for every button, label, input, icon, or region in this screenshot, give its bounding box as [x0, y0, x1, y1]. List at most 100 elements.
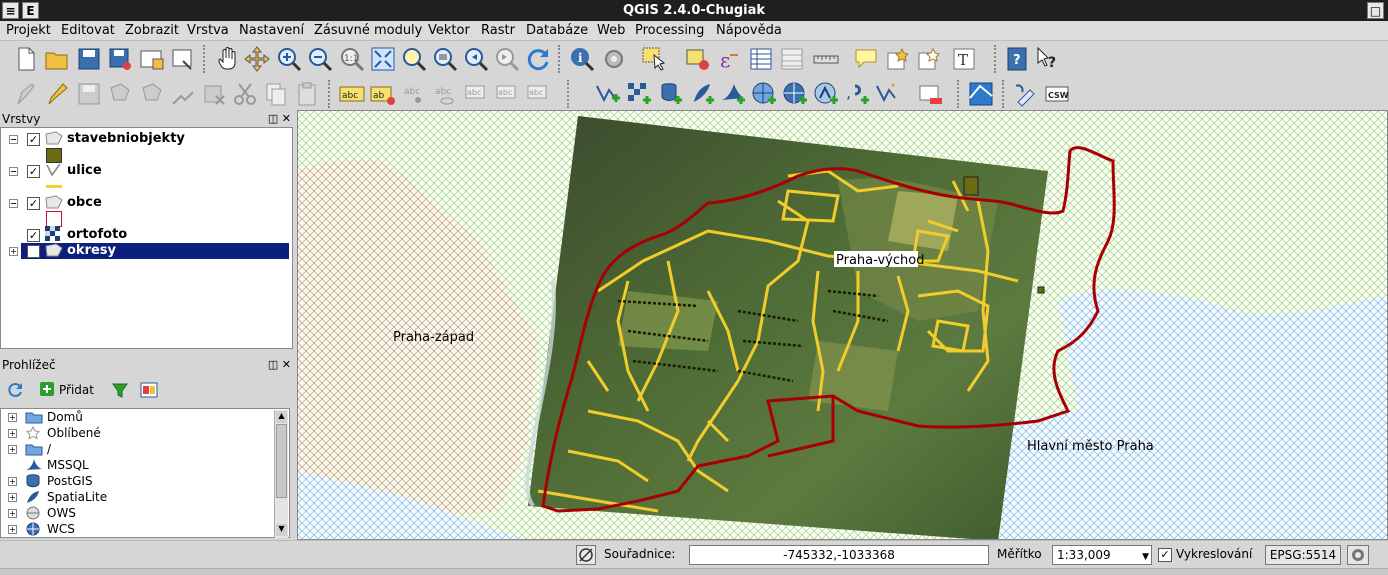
coordinate-toggle-icon[interactable] [576, 545, 596, 565]
refresh-icon[interactable] [8, 382, 24, 401]
add-postgis-layer-icon[interactable] [656, 80, 684, 108]
add-feature-icon[interactable] [106, 80, 134, 108]
menu-zasuvne-moduly[interactable]: Zásuvné moduly [314, 23, 422, 38]
csw-client-icon[interactable]: CSW [1043, 80, 1071, 108]
pin-labels-icon[interactable]: abc [400, 80, 428, 108]
copy-features-icon[interactable] [262, 80, 290, 108]
expand-icon[interactable]: + [8, 413, 17, 422]
add-button-label[interactable]: Přidat [59, 383, 94, 397]
add-wms-layer-icon[interactable] [750, 80, 778, 108]
layer-visibility-checkbox[interactable]: ✓ [27, 229, 40, 242]
menu-rastr[interactable]: Rastr [481, 23, 515, 38]
open-project-icon[interactable] [43, 45, 71, 73]
new-print-composer-icon[interactable] [138, 45, 166, 73]
filter-icon[interactable] [112, 382, 128, 401]
paste-features-icon[interactable] [293, 80, 321, 108]
crs-button[interactable]: EPSG:5514 [1265, 545, 1341, 565]
map-overview-icon[interactable] [967, 80, 995, 108]
zoom-to-layer-icon[interactable] [431, 45, 459, 73]
collapse-icon[interactable]: − [9, 199, 18, 208]
zoom-in-icon[interactable] [275, 45, 303, 73]
rotate-label-icon[interactable]: abc [493, 80, 521, 108]
save-as-icon[interactable] [106, 45, 134, 73]
zoom-native-icon[interactable]: 1:1 [338, 45, 366, 73]
layer-row-okresy[interactable]: ✓ okresy [21, 243, 289, 259]
layer-row-obce[interactable]: − ✓ obce [1, 195, 291, 211]
browser-scrollbar[interactable]: ▲ ▼ [274, 410, 288, 538]
scroll-down-icon[interactable]: ▼ [276, 524, 287, 536]
help-contents-icon[interactable]: ? [1003, 45, 1031, 73]
current-edits-icon[interactable] [12, 80, 40, 108]
toggle-editing-icon[interactable] [43, 80, 71, 108]
move-label-icon[interactable]: abc [462, 80, 490, 108]
collapse-icon[interactable]: − [9, 167, 18, 176]
menu-vrstva[interactable]: Vrstva [187, 23, 229, 38]
menu-projekt[interactable]: Projekt [6, 23, 51, 38]
layer-visibility-checkbox[interactable]: ✓ [27, 165, 40, 178]
text-annotation-icon[interactable]: T [950, 45, 978, 73]
new-shapefile-layer-icon[interactable] [874, 80, 902, 108]
panel-float-close-icons[interactable]: ◫ ✕ [268, 110, 291, 128]
refresh-icon[interactable] [524, 45, 552, 73]
expand-icon[interactable]: + [8, 525, 17, 534]
change-label-icon[interactable]: abc [524, 80, 552, 108]
menu-nastaveni[interactable]: Nastavení [239, 23, 304, 38]
add-raster-layer-icon[interactable] [625, 80, 653, 108]
add-spatialite-layer-icon[interactable] [688, 80, 716, 108]
add-wfs-layer-icon[interactable] [812, 80, 840, 108]
scroll-up-icon[interactable]: ▲ [276, 411, 287, 423]
save-project-icon[interactable] [75, 45, 103, 73]
identify-features-icon[interactable]: i [568, 45, 596, 73]
menu-zobrazit[interactable]: Zobrazit [125, 23, 179, 38]
delete-selected-icon[interactable] [200, 80, 228, 108]
remove-layer-icon[interactable] [916, 80, 944, 108]
show-hide-labels-icon[interactable]: abc [431, 80, 459, 108]
deselect-features-icon[interactable] [684, 45, 712, 73]
zoom-last-icon[interactable] [462, 45, 490, 73]
measure-icon[interactable] [812, 45, 840, 73]
layer-labeling-icon[interactable]: abc [338, 80, 366, 108]
chevron-down-icon[interactable]: ▼ [1142, 548, 1149, 566]
menu-vektor[interactable]: Vektor [428, 23, 470, 38]
layer-symbol-swatch[interactable] [46, 148, 62, 163]
save-layer-edits-icon[interactable] [75, 80, 103, 108]
add-vector-layer-icon[interactable] [594, 80, 622, 108]
add-mssql-layer-icon[interactable] [719, 80, 747, 108]
statistics-icon[interactable] [778, 45, 806, 73]
panel-float-close-icons[interactable]: ◫ ✕ [268, 356, 291, 374]
add-delimited-text-layer-icon[interactable]: , [843, 80, 871, 108]
show-bookmarks-icon[interactable] [915, 45, 943, 73]
expand-icon[interactable]: + [9, 247, 18, 256]
expand-icon[interactable]: + [8, 429, 17, 438]
menu-databaze[interactable]: Databáze [526, 23, 588, 38]
zoom-to-selection-icon[interactable] [400, 45, 428, 73]
layer-visibility-checkbox[interactable]: ✓ [27, 197, 40, 210]
map-canvas[interactable]: Praha-východ Praha-západ Hlavní město Pr… [297, 110, 1388, 540]
layer-row-stavebniobjekty[interactable]: − ✓ stavebniobjekty [1, 131, 291, 147]
composer-manager-icon[interactable] [169, 45, 197, 73]
add-wcs-layer-icon[interactable] [781, 80, 809, 108]
map-tips-icon[interactable] [852, 45, 880, 73]
layer-symbol-swatch[interactable] [46, 185, 62, 188]
field-calculator-icon[interactable]: ε [716, 45, 744, 73]
expand-icon[interactable]: + [8, 493, 17, 502]
collapse-all-icon[interactable] [140, 382, 158, 401]
menu-processing[interactable]: Processing [635, 23, 704, 38]
new-project-icon[interactable] [12, 45, 40, 73]
expand-icon[interactable]: + [8, 509, 17, 518]
layer-row-ulice[interactable]: − ✓ ulice [1, 163, 291, 179]
maximize-button[interactable]: □ [1367, 2, 1384, 19]
scroll-thumb[interactable] [276, 424, 287, 498]
layer-visibility-checkbox[interactable]: ✓ [27, 133, 40, 146]
pan-map-icon[interactable] [213, 45, 241, 73]
select-features-icon[interactable] [640, 45, 668, 73]
plugin-tool-icon[interactable] [1012, 80, 1040, 108]
pan-to-selection-icon[interactable] [243, 45, 271, 73]
node-tool-icon[interactable] [169, 80, 197, 108]
menu-editovat[interactable]: Editovat [61, 23, 115, 38]
whats-this-icon[interactable]: ? [1034, 45, 1062, 73]
scale-combobox[interactable]: 1:33,009 ▼ [1052, 545, 1152, 565]
zoom-out-icon[interactable] [306, 45, 334, 73]
zoom-next-icon[interactable] [493, 45, 521, 73]
cut-features-icon[interactable] [231, 80, 259, 108]
